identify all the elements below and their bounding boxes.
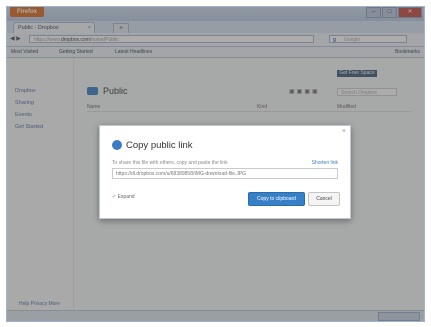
- dialog-description: To share this file with others, copy and…: [112, 160, 228, 166]
- dialog-title: Copy public link: [126, 140, 193, 151]
- dialog-close-icon[interactable]: ×: [342, 128, 346, 135]
- expand-label: Expand: [117, 194, 135, 200]
- copy-public-link-dialog: × Copy public link To share this file wi…: [99, 125, 351, 219]
- browser-window: Firefox – □ ✕ Public - Dropbox × + ◀ ▶ h…: [6, 6, 425, 322]
- cancel-button[interactable]: Cancel: [308, 192, 340, 206]
- link-icon: [112, 140, 122, 150]
- expand-toggle[interactable]: ✓ Expand: [112, 194, 135, 200]
- public-link-field[interactable]: https://dl.dropbox.com/u/68389858/IMG-do…: [112, 168, 338, 179]
- copy-to-clipboard-button[interactable]: Copy to clipboard: [248, 192, 305, 206]
- shorten-link[interactable]: Shorten link: [312, 160, 338, 166]
